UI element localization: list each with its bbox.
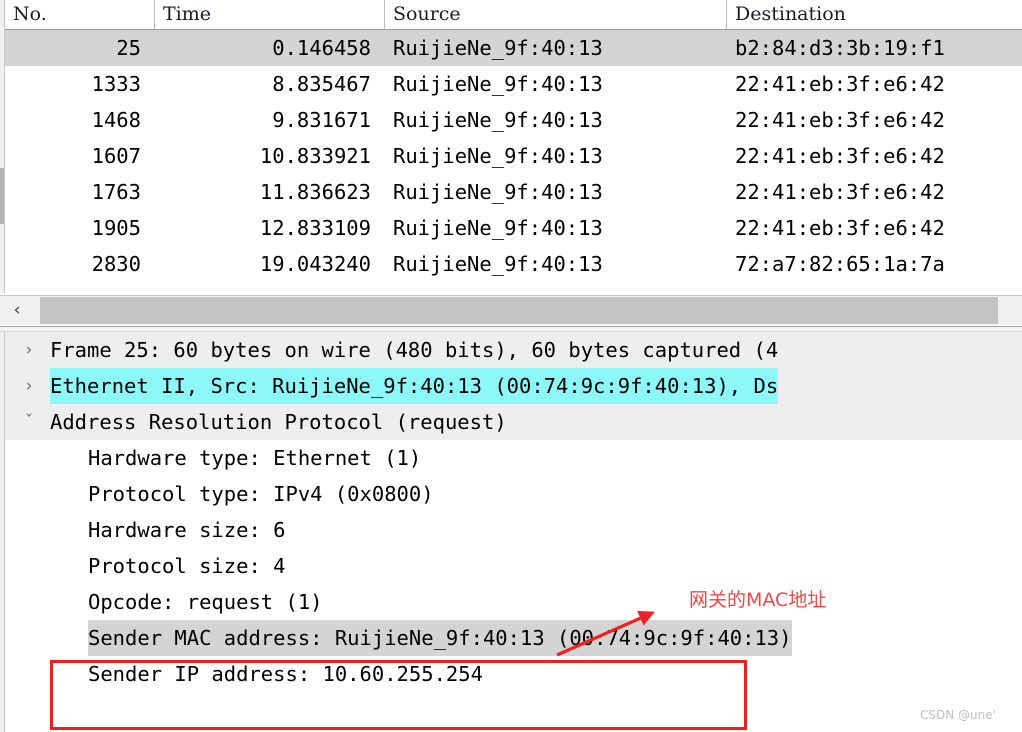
- cell-source: RuijieNe_9f:40:13: [393, 216, 603, 240]
- cell-source: RuijieNe_9f:40:13: [393, 72, 603, 96]
- cell-source: RuijieNe_9f:40:13: [393, 144, 603, 168]
- packet-detail-row-label: Hardware type: Ethernet (1): [88, 446, 422, 470]
- cell-source: RuijieNe_9f:40:13: [393, 252, 603, 276]
- cell-time: 10.833921: [259, 144, 371, 168]
- column-header-no[interactable]: No.: [5, 0, 155, 29]
- packet-list-horizontal-scrollbar-thumb[interactable]: [40, 297, 998, 324]
- packet-list-vertical-scrollbar-thumb[interactable]: [0, 168, 4, 224]
- cell-no: 1468: [91, 108, 141, 132]
- chevron-right-icon[interactable]: ›: [17, 332, 41, 368]
- cell-destination: 22:41:eb:3f:e6:42: [735, 108, 945, 132]
- packet-detail-row-label: Address Resolution Protocol (request): [50, 410, 507, 434]
- cell-no: 1333: [91, 72, 141, 96]
- packet-detail-row[interactable]: ˇ Address Resolution Protocol (request): [5, 404, 1022, 440]
- cell-source: RuijieNe_9f:40:13: [393, 180, 603, 204]
- packet-detail-row[interactable]: Sender MAC address: RuijieNe_9f:40:13 (0…: [5, 620, 1022, 656]
- cell-no: 25: [116, 36, 141, 60]
- cell-destination: b2:84:d3:3b:19:f1: [735, 36, 945, 60]
- cell-time: 19.043240: [259, 252, 371, 276]
- chevron-down-icon[interactable]: ˇ: [17, 404, 41, 440]
- packet-list-row[interactable]: 1468 9.831671 RuijieNe_9f:40:13 22:41:eb:3f…: [5, 102, 1022, 138]
- cell-destination: 22:41:eb:3f:e6:42: [735, 180, 945, 204]
- chevron-right-icon[interactable]: ›: [17, 368, 41, 404]
- packet-detail-row-label: Sender MAC address: RuijieNe_9f:40:13 (0…: [88, 620, 792, 656]
- cell-time: 11.836623: [259, 180, 371, 204]
- packet-list-row[interactable]: 1905 12.833109 RuijieNe_9f:40:13 22:41:eb:3…: [5, 210, 1022, 246]
- packet-detail-row[interactable]: Protocol size: 4: [5, 548, 1022, 584]
- packet-detail-row-label: Sender IP address: 10.60.255.254: [88, 662, 483, 686]
- packet-detail-row-label: Ethernet II, Src: RuijieNe_9f:40:13 (00:…: [50, 368, 779, 404]
- column-header-source[interactable]: Source: [385, 0, 727, 29]
- packet-detail-pane[interactable]: › Frame 25: 60 bytes on wire (480 bits), …: [0, 332, 1022, 732]
- packet-detail-row-label: Opcode: request (1): [88, 590, 323, 614]
- packet-list-row[interactable]: 25 0.146458 RuijieNe_9f:40:13 b2:84:d3:3b:1…: [5, 30, 1022, 66]
- cell-destination: 72:a7:82:65:1a:7a: [735, 252, 945, 276]
- packet-detail-row[interactable]: Protocol type: IPv4 (0x0800): [5, 476, 1022, 512]
- packet-list-row[interactable]: 1333 8.835467 RuijieNe_9f:40:13 22:41:eb:3f…: [5, 66, 1022, 102]
- packet-detail-row[interactable]: › Ethernet II, Src: RuijieNe_9f:40:13 (00…: [5, 368, 1022, 404]
- packet-detail-row-label: Protocol size: 4: [88, 554, 286, 578]
- packet-detail-row[interactable]: Hardware size: 6: [5, 512, 1022, 548]
- packet-detail-row-label: Hardware size: 6: [88, 518, 286, 542]
- packet-list-horizontal-scrollbar[interactable]: ‹: [0, 295, 1022, 325]
- packet-detail-row-label: Frame 25: 60 bytes on wire (480 bits), 6…: [50, 338, 779, 362]
- cell-source: RuijieNe_9f:40:13: [393, 36, 603, 60]
- cell-no: 1763: [91, 180, 141, 204]
- scroll-left-arrow-icon[interactable]: ‹: [0, 296, 34, 325]
- packet-list-row[interactable]: 1763 11.836623 RuijieNe_9f:40:13 22:41:eb:3…: [5, 174, 1022, 210]
- packet-detail-row-label: Protocol type: IPv4 (0x0800): [88, 482, 434, 506]
- cell-time: 0.146458: [272, 36, 371, 60]
- cell-source: RuijieNe_9f:40:13: [393, 108, 603, 132]
- packet-detail-row[interactable]: Sender IP address: 10.60.255.254: [5, 656, 1022, 692]
- cell-time: 9.831671: [272, 108, 371, 132]
- cell-no: 1905: [91, 216, 141, 240]
- cell-destination: 22:41:eb:3f:e6:42: [735, 216, 945, 240]
- cell-time: 12.833109: [259, 216, 371, 240]
- packet-detail-row[interactable]: › Frame 25: 60 bytes on wire (480 bits), …: [5, 332, 1022, 368]
- cell-time: 8.835467: [272, 72, 371, 96]
- packet-list-row[interactable]: 2830 19.043240 RuijieNe_9f:40:13 72:a7:82:6…: [5, 246, 1022, 282]
- cell-no: 1607: [91, 144, 141, 168]
- packet-detail-row[interactable]: Hardware type: Ethernet (1): [5, 440, 1022, 476]
- packet-list-pane[interactable]: No. Time Source Destination 25 0.146458 Ruiji…: [0, 0, 1022, 326]
- column-header-destination[interactable]: Destination: [727, 0, 1022, 29]
- packet-list-column-headers: No. Time Source Destination: [5, 0, 1022, 30]
- packet-detail-row[interactable]: Opcode: request (1): [5, 584, 1022, 620]
- packet-list-row[interactable]: 1607 10.833921 RuijieNe_9f:40:13 22:41:eb:3…: [5, 138, 1022, 174]
- cell-no: 2830: [91, 252, 141, 276]
- cell-destination: 22:41:eb:3f:e6:42: [735, 72, 945, 96]
- cell-destination: 22:41:eb:3f:e6:42: [735, 144, 945, 168]
- column-header-time[interactable]: Time: [155, 0, 385, 29]
